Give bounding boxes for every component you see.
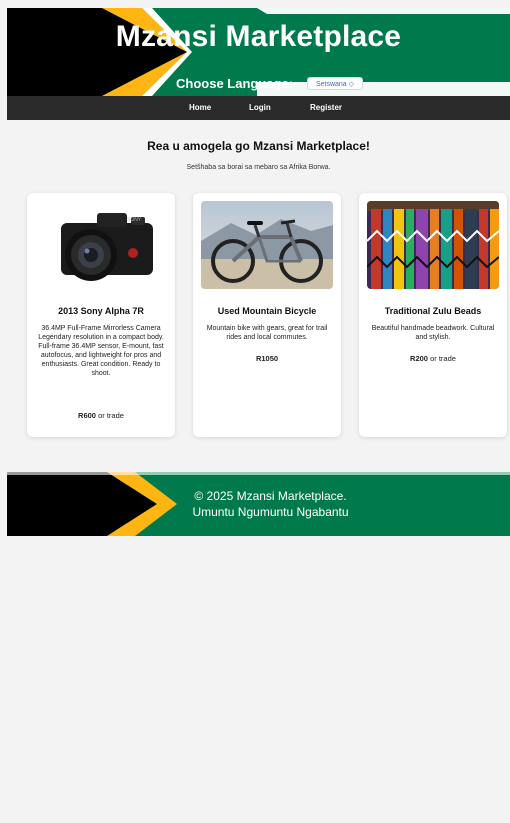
- listing-description: 36.4MP Full-Frame Mirrorless Camera Lege…: [38, 325, 164, 377]
- listing-title: Used Mountain Bicycle: [217, 306, 317, 316]
- welcome-subtitle: Setšhaba sa borai sa mebaro sa Afrika Bo…: [186, 164, 331, 171]
- nav-home-link[interactable]: Home: [189, 96, 211, 120]
- site-title: Mzansi Marketplace: [115, 20, 402, 53]
- language-label: Choose Language:: [176, 76, 294, 91]
- listing-price: R200 or trade: [363, 354, 503, 363]
- listing-description: Mountain bike with gears, great for trai…: [206, 325, 328, 341]
- footer-motto: Umuntu Ngumuntu Ngabantu: [192, 505, 349, 519]
- footer-flag-banner: [7, 472, 510, 536]
- listing-title: 2013 Sony Alpha 7R: [58, 306, 144, 316]
- nav-login-link[interactable]: Login: [249, 96, 271, 120]
- listing-title: Traditional Zulu Beads: [384, 306, 482, 316]
- language-select[interactable]: Setswana ◇: [307, 77, 363, 90]
- nav-register-link[interactable]: Register: [310, 96, 342, 120]
- listing-price: R600 or trade: [31, 411, 171, 420]
- listing-price: R1050: [197, 354, 337, 363]
- listing-card[interactable]: SONY 2013 Sony Alpha 7R 36.4MP Full-Fram…: [27, 193, 175, 437]
- trade-note: or trade: [430, 354, 456, 363]
- price-value: R600: [78, 411, 96, 420]
- footer-copyright: © 2025 Mzansi Marketplace.: [194, 489, 347, 503]
- site-header: Mzansi Marketplace Choose Language: Sets…: [7, 8, 510, 96]
- camera-image: SONY: [35, 201, 167, 289]
- trade-note: or trade: [98, 411, 124, 420]
- welcome-heading: Rea u amogela go Mzansi Marketplace!: [147, 139, 370, 153]
- listing-card[interactable]: Used Mountain Bicycle Mountain bike with…: [193, 193, 341, 437]
- price-value: R1050: [255, 354, 279, 363]
- bicycle-image: [201, 201, 333, 289]
- language-row: Choose Language: Setswana ◇: [7, 76, 510, 94]
- site-footer: © 2025 Mzansi Marketplace. Umuntu Ngumun…: [7, 472, 510, 536]
- listing-description: Beautiful handmade beadwork. Cultural an…: [371, 325, 495, 341]
- price-value: R200: [410, 354, 428, 363]
- svg-text:SONY: SONY: [127, 217, 142, 223]
- beads-image: [367, 201, 499, 289]
- nav-bar: Home Login Register: [7, 96, 510, 120]
- listing-card[interactable]: Traditional Zulu Beads Beautiful handmad…: [359, 193, 507, 437]
